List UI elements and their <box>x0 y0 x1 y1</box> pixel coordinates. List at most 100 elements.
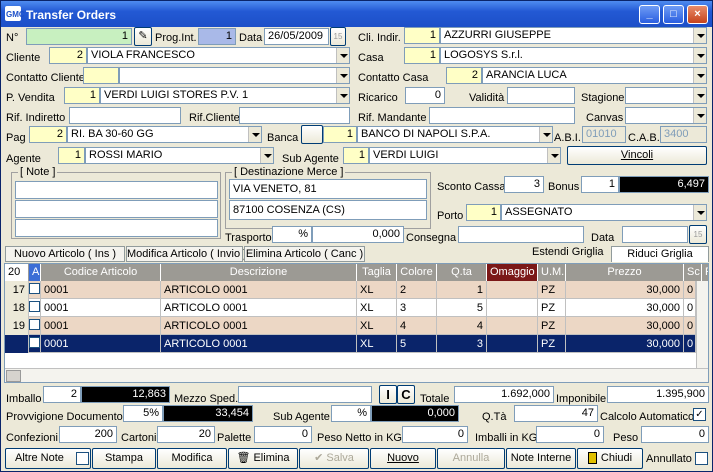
table-row[interactable]: 0001 ARTICOLO 0001 XL 5 3 PZ 30,000 0 <box>5 335 696 353</box>
grid-header-qta[interactable]: Q.ta <box>437 264 487 281</box>
grid-header-codice[interactable]: Codice Articolo <box>41 264 161 281</box>
ricarico-field[interactable]: 0 <box>405 87 445 104</box>
horizontal-scrollbar[interactable] <box>5 368 708 382</box>
abi-field[interactable]: 01010 <box>582 126 626 143</box>
data2-field[interactable] <box>622 226 688 243</box>
stagione-select[interactable] <box>625 87 707 104</box>
nuovo-button[interactable]: Nuovo <box>370 448 436 469</box>
confezioni-field[interactable]: 200 <box>59 426 117 443</box>
provvigione-pct[interactable]: 5% <box>123 405 163 422</box>
sconto-cassa-field[interactable]: 3 <box>504 176 544 193</box>
minimize-button[interactable]: _ <box>639 5 660 24</box>
consegna-field[interactable] <box>458 226 584 243</box>
trasporto-field[interactable]: 0,000 <box>312 226 404 243</box>
table-row[interactable]: 17 0001 ARTICOLO 0001 XL 2 1 PZ 30,000 0 <box>5 281 696 299</box>
table-row[interactable]: 19 0001 ARTICOLO 0001 XL 4 4 PZ 30,000 0 <box>5 317 696 335</box>
modifica-button[interactable]: Modifica <box>157 448 227 469</box>
scroll-thumb[interactable] <box>6 370 21 382</box>
c-button[interactable]: C <box>397 385 415 404</box>
row-checkbox-box[interactable] <box>29 301 40 312</box>
row-checkbox-box[interactable] <box>29 337 40 348</box>
nuovo-articolo-tab[interactable]: Nuovo Articolo ( Ins ) <box>5 246 125 262</box>
palette-field[interactable]: 0 <box>254 426 312 443</box>
data-field[interactable]: 26/05/2009 <box>264 28 329 45</box>
rif-cliente-field[interactable] <box>239 107 350 124</box>
prog-int-field[interactable]: 1 <box>198 28 236 45</box>
grid-header-sc[interactable]: Sc % <box>684 264 702 281</box>
mezzo-sped-field[interactable] <box>238 386 372 403</box>
maximize-button[interactable]: □ <box>663 5 684 24</box>
cab-field[interactable]: 3400 <box>660 126 707 143</box>
cli-indir-select[interactable]: AZZURRI GIUSEPPE <box>440 27 707 44</box>
salva-button[interactable]: ✔ Salva <box>299 448 369 469</box>
dest-line-1[interactable]: VIA VENETO, 81 <box>229 179 427 199</box>
row-checkbox-box[interactable] <box>29 283 40 294</box>
contatto-casa-select[interactable]: ARANCIA LUCA <box>482 67 707 84</box>
close-button[interactable]: × <box>687 5 708 24</box>
pag-code[interactable]: 2 <box>29 126 67 143</box>
contatto-cliente-select[interactable] <box>119 67 350 84</box>
banca-select[interactable]: BANCO DI NAPOLI S.P.A. <box>357 126 553 143</box>
canvas-select[interactable] <box>625 107 707 124</box>
stampa-button[interactable]: Stampa <box>92 448 156 469</box>
rif-indiretto-field[interactable] <box>69 107 181 124</box>
peso-field[interactable]: 0 <box>641 426 709 443</box>
cliente-code[interactable]: 2 <box>49 47 87 64</box>
estendi-griglia-tab[interactable]: Estendi Griglia <box>532 246 604 258</box>
vincoli-button[interactable]: Vincoli <box>567 146 707 165</box>
banca-lookup-button[interactable] <box>301 125 323 144</box>
porto-code[interactable]: 1 <box>466 204 501 221</box>
grid-header-prezzo[interactable]: Prezzo <box>566 264 684 281</box>
agente-select[interactable]: ROSSI MARIO <box>85 147 274 164</box>
vertical-scrollbar[interactable] <box>696 281 708 369</box>
row-checkbox[interactable] <box>29 317 41 335</box>
note-line-2[interactable] <box>15 200 218 218</box>
casa-select[interactable]: LOGOSYS S.r.l. <box>440 47 707 64</box>
altre-note-button[interactable]: Altre Note <box>5 448 91 469</box>
elimina-button[interactable]: 🗑 Elimina <box>228 448 298 469</box>
modifica-articolo-tab[interactable]: Modifica Articolo ( Invio ) <box>126 246 247 262</box>
annulla-button[interactable]: Annulla <box>437 448 505 469</box>
row-checkbox[interactable] <box>29 299 41 317</box>
cliente-select[interactable]: VIOLA FRANCESCO <box>87 47 350 64</box>
sub-agente-code[interactable]: 1 <box>343 147 369 164</box>
cli-indir-code[interactable]: 1 <box>404 27 440 44</box>
grid-header-a[interactable]: A <box>29 264 41 281</box>
i-button[interactable]: I <box>379 385 397 404</box>
row-checkbox[interactable] <box>29 335 41 353</box>
chiudi-button[interactable]: Chiudi <box>577 448 643 469</box>
contatto-cliente-code[interactable] <box>83 67 119 84</box>
bonus-code[interactable]: 1 <box>581 176 619 193</box>
dest-line-2[interactable]: 87100 COSENZA (CS) <box>229 200 427 220</box>
pvendita-code[interactable]: 1 <box>64 87 100 104</box>
calcolo-checkbox[interactable]: ✓ <box>693 408 706 421</box>
row-checkbox[interactable] <box>29 281 41 299</box>
grid-header-omaggio[interactable]: Omaggio <box>487 264 538 281</box>
casa-code[interactable]: 1 <box>404 47 440 64</box>
note-line-1[interactable] <box>15 181 218 199</box>
contatto-casa-code[interactable]: 2 <box>446 67 482 84</box>
grid-header-colore[interactable]: Colore <box>397 264 437 281</box>
sub-agente-select[interactable]: VERDI LUIGI <box>369 147 561 164</box>
porto-select[interactable]: ASSEGNATO <box>501 204 707 221</box>
grid-header-taglia[interactable]: Taglia <box>357 264 397 281</box>
riduci-griglia-tab[interactable]: Riduci Griglia <box>611 246 709 262</box>
clip-icon[interactable]: ✎ <box>134 27 152 46</box>
peso-netto-field[interactable]: 0 <box>402 426 468 443</box>
cartoni-field[interactable]: 20 <box>157 426 215 443</box>
imballo-code[interactable]: 2 <box>43 386 81 403</box>
pvendita-select[interactable]: VERDI LUIGI STORES P.V. 1 <box>100 87 350 104</box>
grid-header-descrizione[interactable]: Descrizione <box>161 264 357 281</box>
altre-note-checkbox[interactable] <box>76 452 89 465</box>
sub-agente-pct[interactable]: % <box>331 405 371 422</box>
annullato-checkbox[interactable] <box>695 452 708 465</box>
trasporto-pct[interactable]: % <box>272 226 312 243</box>
note-interne-button[interactable]: Note Interne <box>506 448 576 469</box>
table-row[interactable]: 18 0001 ARTICOLO 0001 XL 3 5 PZ 30,000 0 <box>5 299 696 317</box>
n-field[interactable]: 1 <box>26 28 132 45</box>
agente-code[interactable]: 1 <box>58 147 85 164</box>
elimina-articolo-tab[interactable]: Elimina Articolo ( Canc ) <box>244 246 365 262</box>
grid-header-um[interactable]: U.M. <box>538 264 566 281</box>
note-line-3[interactable] <box>15 219 218 237</box>
row-checkbox-box[interactable] <box>29 319 40 330</box>
